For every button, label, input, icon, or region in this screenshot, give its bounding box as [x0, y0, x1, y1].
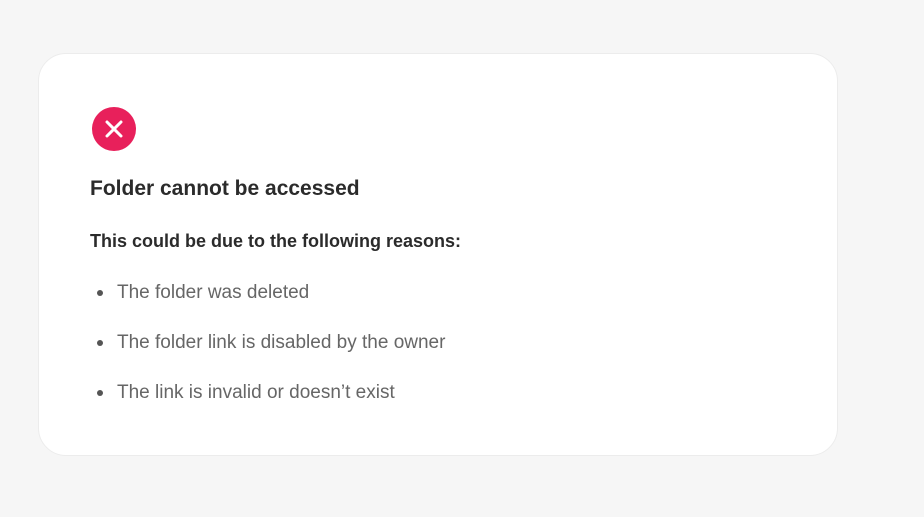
x-mark-icon: [105, 120, 123, 138]
close-circle-icon: [92, 107, 136, 151]
error-card: Folder cannot be accessed This could be …: [38, 53, 838, 456]
error-title: Folder cannot be accessed: [90, 177, 360, 200]
reason-item: The folder was deleted: [90, 278, 445, 328]
reason-text: The folder link is disabled by the owner: [117, 332, 446, 353]
reasons-list: The folder was deleted The folder link i…: [90, 278, 445, 428]
bullet-dot: [97, 290, 103, 296]
reason-text: The folder was deleted: [117, 282, 310, 303]
reason-item: The link is invalid or doesn’t exist: [90, 378, 445, 428]
bullet-dot: [97, 390, 103, 396]
bullet-dot: [97, 340, 103, 346]
error-subtitle: This could be due to the following reaso…: [90, 231, 462, 251]
reason-text: The link is invalid or doesn’t exist: [117, 382, 395, 403]
reason-item: The folder link is disabled by the owner: [90, 328, 445, 378]
